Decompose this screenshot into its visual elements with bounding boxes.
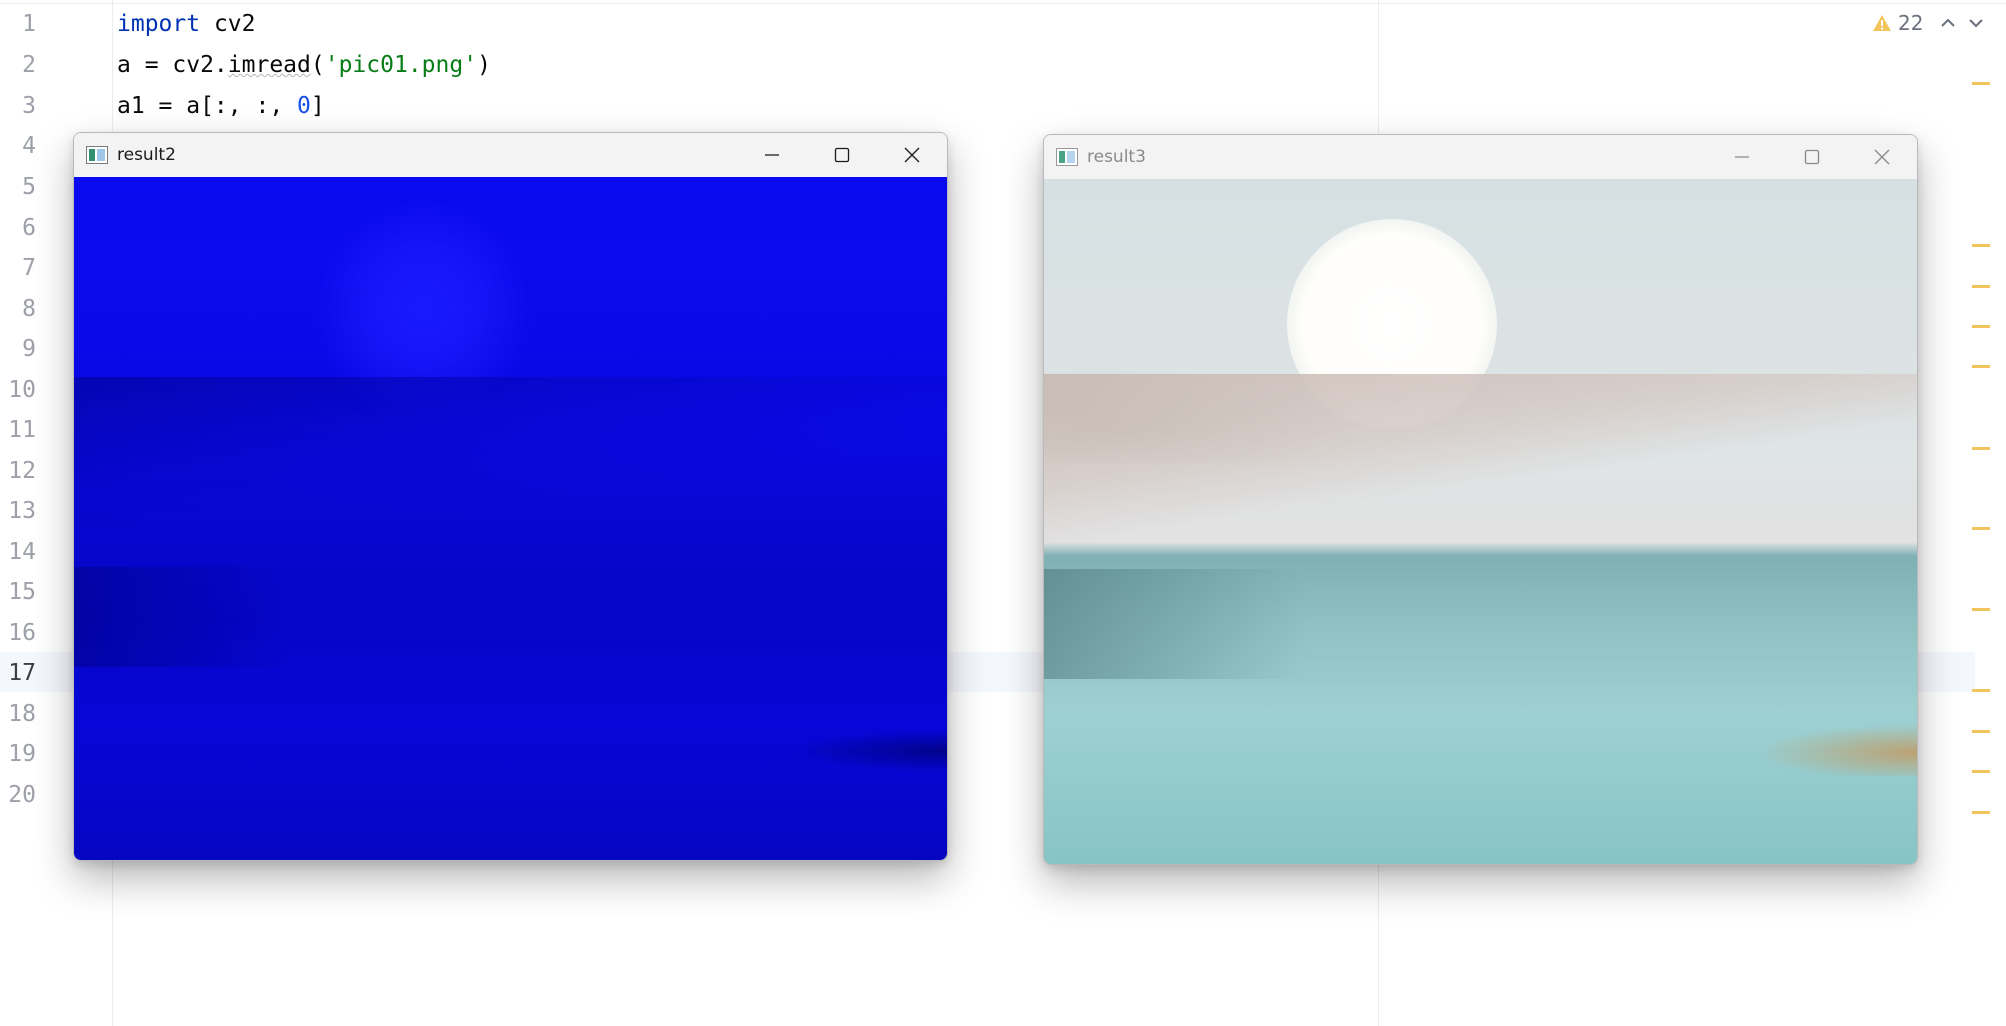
code-text: a1 = a[:, :, — [117, 93, 298, 119]
line-number: 9 — [22, 336, 36, 362]
image-region-grass — [1757, 724, 1917, 776]
image-region-shore — [1044, 374, 1917, 549]
blue-channel-image — [74, 177, 947, 860]
code-line-1[interactable]: import cv2 — [117, 4, 255, 44]
minimize-icon — [1735, 156, 1749, 158]
code-line-3[interactable]: a1 = a[:, :, 0] — [117, 86, 325, 126]
image-canvas[interactable] — [74, 177, 947, 860]
line-number: 13 — [8, 498, 36, 524]
line-number: 1 — [22, 11, 36, 37]
line-number: 2 — [22, 52, 36, 78]
warning-stripe-marker[interactable] — [1972, 730, 1990, 733]
line-number: 18 — [8, 701, 36, 727]
warning-stripe-marker[interactable] — [1972, 365, 1990, 368]
app-window-icon — [1056, 148, 1078, 166]
code-text: ] — [310, 93, 325, 119]
warning-stripe-marker[interactable] — [1972, 82, 1990, 85]
window-title: result3 — [1087, 147, 1146, 167]
minimize-icon — [765, 154, 779, 156]
code-text: a = cv2. — [117, 52, 228, 78]
maximize-button[interactable] — [807, 133, 877, 177]
line-number: 7 — [22, 255, 36, 281]
warning-stripe-marker[interactable] — [1972, 770, 1990, 773]
chevron-up-icon[interactable] — [1939, 14, 1957, 32]
warning-icon — [1873, 15, 1891, 31]
image-region-grass — [787, 730, 947, 772]
inspections-widget[interactable]: 22 — [1872, 8, 1985, 38]
window-title: result2 — [117, 145, 176, 165]
image-window-result2[interactable]: result2 — [73, 132, 948, 861]
warning-stripe-marker[interactable] — [1972, 811, 1990, 814]
image-canvas[interactable] — [1044, 179, 1917, 864]
warning-stripe-marker[interactable] — [1972, 608, 1990, 611]
function-token: imread — [227, 52, 311, 78]
line-number: 15 — [8, 579, 36, 605]
line-number: 14 — [8, 539, 36, 565]
code-text: ) — [477, 52, 491, 78]
close-icon — [904, 147, 920, 163]
line-number: 6 — [22, 215, 36, 241]
line-number: 8 — [22, 296, 36, 322]
editor-top-border — [0, 3, 2006, 4]
warning-stripe-marker[interactable] — [1972, 285, 1990, 288]
close-button[interactable] — [1847, 135, 1917, 179]
image-window-result3[interactable]: result3 — [1043, 134, 1918, 865]
close-icon — [1874, 149, 1890, 165]
minimize-button[interactable] — [1707, 135, 1777, 179]
code-text: ( — [310, 52, 325, 78]
chevron-down-icon[interactable] — [1967, 14, 1985, 32]
line-number: 20 — [8, 782, 36, 808]
line-number: 16 — [8, 620, 36, 646]
warning-stripe-marker[interactable] — [1972, 527, 1990, 530]
line-number: 4 — [22, 133, 36, 159]
number-token: 0 — [297, 93, 311, 119]
line-number: 11 — [8, 417, 36, 443]
maximize-button[interactable] — [1777, 135, 1847, 179]
line-number-current: 17 — [8, 660, 36, 686]
landscape-image — [1044, 179, 1917, 864]
line-number: 5 — [22, 174, 36, 200]
line-number: 19 — [8, 741, 36, 767]
line-number: 10 — [8, 377, 36, 403]
line-number: 12 — [8, 458, 36, 484]
warning-stripe-marker[interactable] — [1972, 244, 1990, 247]
app-window-icon — [86, 146, 108, 164]
warning-stripe-marker[interactable] — [1972, 325, 1990, 328]
warning-stripe-marker[interactable] — [1972, 447, 1990, 450]
image-region-reflection — [1044, 569, 1306, 679]
keyword-token: import — [117, 11, 201, 37]
warning-stripe-marker[interactable] — [1972, 689, 1990, 692]
maximize-icon — [834, 147, 850, 163]
string-token: 'pic01.png' — [324, 52, 478, 78]
image-region-shore — [74, 377, 947, 527]
close-button[interactable] — [877, 133, 947, 177]
image-region-reflection — [74, 567, 293, 667]
window-titlebar[interactable]: result3 — [1044, 135, 1917, 179]
line-number: 3 — [22, 93, 36, 119]
window-titlebar[interactable]: result2 — [74, 133, 947, 177]
code-text: cv2 — [200, 11, 256, 37]
minimize-button[interactable] — [737, 133, 807, 177]
maximize-icon — [1804, 149, 1820, 165]
code-line-2[interactable]: a = cv2.imread('pic01.png') — [117, 45, 491, 85]
warning-count: 22 — [1898, 11, 1924, 35]
